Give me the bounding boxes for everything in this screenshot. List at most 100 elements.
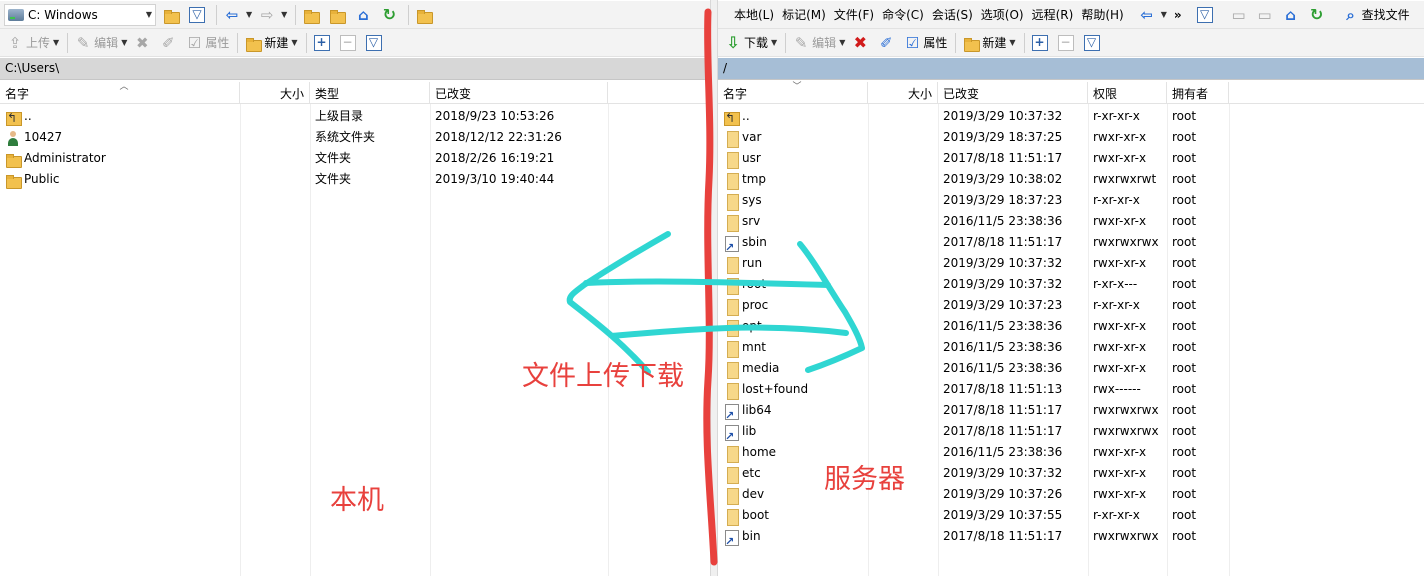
table-row[interactable]: Public 文件夹 2019/3/10 19:40:44 [0, 169, 710, 190]
remote-refresh-button[interactable]: ↻ [1306, 4, 1331, 26]
new-button[interactable]: 新建 ▼ [242, 32, 300, 54]
table-row[interactable]: usr 2017/8/18 11:51:17 rwxr-xr-x root [718, 148, 1424, 169]
open-folder-button[interactable] [160, 4, 185, 26]
find-files-icon: ⌕ [1346, 5, 1355, 24]
table-row[interactable]: Administrator 文件夹 2018/2/26 16:19:21 [0, 148, 710, 169]
table-row[interactable]: sys 2019/3/29 18:37:23 r-xr-xr-x root [718, 190, 1424, 211]
table-row[interactable]: lost+found 2017/8/18 11:51:13 rwx------ roo… [718, 379, 1424, 400]
table-row[interactable]: run 2019/3/29 10:37:32 rwxr-xr-x root [718, 253, 1424, 274]
file-name: mnt [742, 340, 766, 354]
table-row[interactable]: sbin 2017/8/18 11:51:17 rwxrwxrwx root [718, 232, 1424, 253]
remote-properties-button[interactable]: ☑ 属性 [901, 32, 950, 54]
local-list-header: 名字 ︿ 大小 类型 已改变 [0, 82, 710, 104]
edit-button[interactable]: ✎ 编辑 ▼ [72, 32, 130, 54]
remote-parent-dir-button[interactable]: ▭ [1228, 4, 1253, 26]
file-name: dev [742, 487, 765, 501]
table-row[interactable]: .. 上级目录 2018/9/23 10:53:26 [0, 106, 710, 127]
folder-icon [723, 172, 739, 190]
menu-item[interactable]: 远程(R) [1028, 6, 1078, 23]
file-rights: rwxr-xr-x [1093, 361, 1147, 375]
file-rights: r-xr-xr-x [1093, 109, 1140, 123]
menu-item[interactable]: 标记(M) [778, 6, 830, 23]
table-row[interactable]: lib 2017/8/18 11:51:17 rwxrwxrwx root [718, 421, 1424, 442]
select-files-button[interactable] [311, 32, 336, 54]
remote-rename-button[interactable]: ✐ [875, 32, 900, 54]
col-header-name[interactable]: 名字 ︿ [0, 82, 240, 104]
table-row[interactable]: root 2019/3/29 10:37:32 r-xr-x--- root [718, 274, 1424, 295]
table-row[interactable]: media 2016/11/5 23:38:36 rwxr-xr-x root [718, 358, 1424, 379]
rename-button[interactable]: ✐ [157, 32, 182, 54]
unselect-files-button[interactable] [337, 32, 362, 54]
file-modified: 2016/11/5 23:38:36 [943, 340, 1063, 354]
file-owner: root [1172, 256, 1197, 270]
menu-item[interactable]: 帮助(H) [1077, 6, 1127, 23]
menu-item[interactable]: 文件(F) [830, 6, 878, 23]
menu-item[interactable]: 选项(O) [977, 6, 1028, 23]
file-name-cell: .. [0, 106, 240, 127]
table-row[interactable]: boot 2019/3/29 10:37:55 r-xr-xr-x root [718, 505, 1424, 526]
col-header-modified[interactable]: 已改变 [430, 82, 608, 104]
remote-home-button[interactable]: ⌂ [1280, 4, 1305, 26]
pane-splitter[interactable] [710, 0, 718, 576]
home-button[interactable]: ⌂ [352, 4, 377, 26]
properties-button[interactable]: ☑ 属性 [183, 32, 232, 54]
root-folder-icon: ▭ [1257, 5, 1272, 24]
refresh-button[interactable]: ↻ [378, 4, 403, 26]
remote-select-files-button[interactable] [1029, 32, 1054, 54]
parent-dir-button[interactable] [300, 4, 325, 26]
col-header-modified[interactable]: 已改变 [938, 82, 1088, 104]
remote-unselect-files-button[interactable] [1055, 32, 1080, 54]
find-files-label: 查找文件 [1361, 8, 1410, 22]
local-drive-select[interactable]: C: Windows ▼ [4, 3, 156, 26]
file-rights: rwxrwxrwx [1093, 529, 1159, 543]
remote-filter-button[interactable] [1194, 4, 1219, 26]
menu-item[interactable]: 命令(C) [878, 6, 928, 23]
table-row[interactable]: mnt 2016/11/5 23:38:36 rwxr-xr-x root [718, 337, 1424, 358]
chevron-down-icon: ▼ [771, 38, 778, 47]
table-row[interactable]: opt 2016/11/5 23:38:36 rwxr-xr-x root [718, 316, 1424, 337]
file-name: tmp [742, 172, 767, 186]
folder-icon [723, 340, 739, 358]
table-row[interactable]: lib64 2017/8/18 11:51:17 rwxrwxrwx root [718, 400, 1424, 421]
col-header-rights[interactable]: 权限 [1088, 82, 1167, 104]
menu-item[interactable]: 会话(S) [928, 6, 977, 23]
root-dir-button[interactable] [326, 4, 351, 26]
remote-new-button[interactable]: 新建 ▼ [960, 32, 1018, 54]
chevron-down-icon: ▼ [291, 38, 298, 47]
delete-button[interactable]: ✖ [131, 32, 156, 54]
col-header-type[interactable]: 类型 [310, 82, 430, 104]
col-header-owner[interactable]: 拥有者 [1167, 82, 1229, 104]
tree-button[interactable] [413, 4, 438, 26]
table-row[interactable]: srv 2016/11/5 23:38:36 rwxr-xr-x root [718, 211, 1424, 232]
table-row[interactable]: .. 2019/3/29 10:37:32 r-xr-xr-x root [718, 106, 1424, 127]
filter-icon [1196, 6, 1213, 23]
menu-item[interactable]: 本地(L) [730, 6, 778, 23]
table-row[interactable]: 10427 系统文件夹 2018/12/12 22:31:26 [0, 127, 710, 148]
filter-select-button[interactable] [363, 32, 388, 54]
table-row[interactable]: bin 2017/8/18 11:51:17 rwxrwxrwx root [718, 526, 1424, 547]
forward-button[interactable]: ⇨ ▼ [256, 4, 290, 26]
more-toolbar-button[interactable]: » [1171, 4, 1185, 26]
col-header-name[interactable]: 名字 ﹀ [718, 82, 868, 104]
remote-filter-select-button[interactable] [1081, 32, 1106, 54]
local-drive-label: C: Windows [28, 7, 98, 22]
table-row[interactable]: var 2019/3/29 18:37:25 rwxr-xr-x root [718, 127, 1424, 148]
remote-delete-button[interactable]: ✖ [849, 32, 874, 54]
file-name: lib64 [742, 403, 772, 417]
download-button[interactable]: ⇩ 下载 ▼ [722, 32, 780, 54]
remote-edit-button[interactable]: ✎ 编辑 ▼ [790, 32, 848, 54]
table-row[interactable]: tmp 2019/3/29 10:38:02 rwxrwxrwt root [718, 169, 1424, 190]
find-files-button[interactable]: ⌕ 查找文件 [1340, 4, 1413, 26]
table-row[interactable]: proc 2019/3/29 10:37:23 r-xr-xr-x root [718, 295, 1424, 316]
back-button[interactable]: ⇦ ▼ [221, 4, 255, 26]
file-name-cell: 10427 [0, 127, 240, 148]
remote-root-dir-button[interactable]: ▭ [1254, 4, 1279, 26]
remote-file-list[interactable]: 名字 ﹀ 大小 已改变 权限 拥有者 .. 2019/3/29 10:37:32 r-… [718, 82, 1424, 576]
upload-button[interactable]: ⇪ 上传 ▼ [4, 32, 62, 54]
file-owner: root [1172, 109, 1197, 123]
col-header-size[interactable]: 大小 [868, 82, 938, 104]
remote-back-button[interactable]: ⇦ ▼ [1136, 4, 1170, 26]
col-header-size[interactable]: 大小 [240, 82, 310, 104]
filter-button[interactable] [186, 4, 211, 26]
minus-icon [1057, 34, 1074, 51]
